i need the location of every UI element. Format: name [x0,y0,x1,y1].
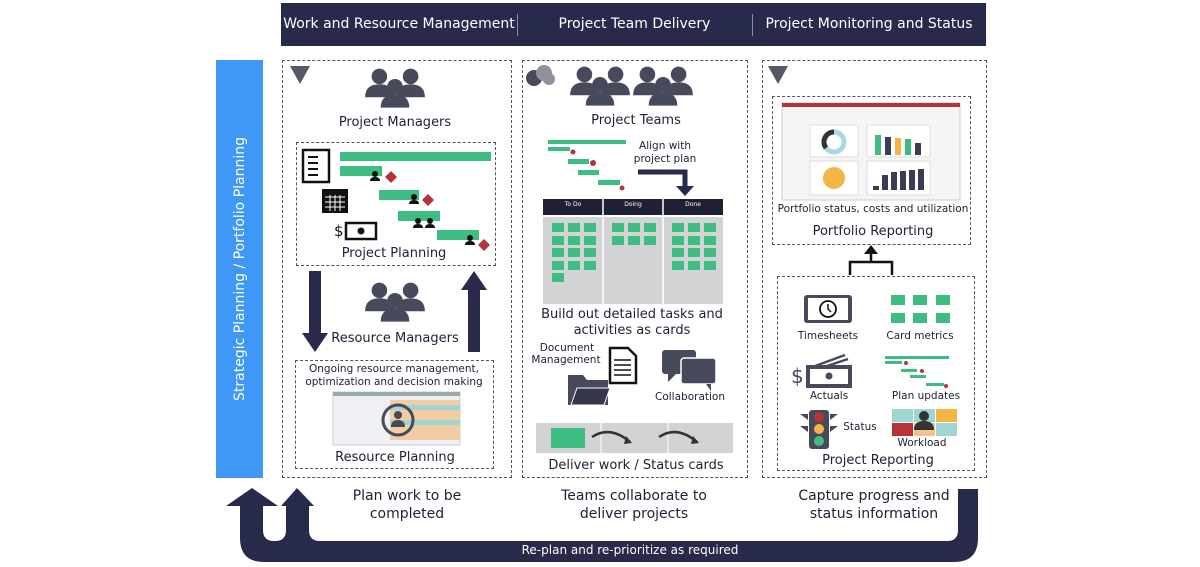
actuals-label: Actuals [809,390,849,402]
resource-desc-line1: Ongoing resource management, [308,363,480,375]
portfolio-reporting-label: Portfolio Reporting [812,224,934,239]
align-line1: Align with [639,140,691,152]
task-card [568,235,580,245]
deliver-label: Deliver work / Status cards [548,458,724,473]
document-label-line1: Document [539,342,595,354]
workload-label: Workload [897,437,947,449]
task-card [584,235,596,245]
col1-caption-line2: completed [369,506,445,522]
card-metrics-label: Card metrics [886,330,954,342]
resource-desc-line2: optimization and decision making [305,376,483,388]
task-card [584,260,596,270]
status-label: Status [843,421,877,433]
up-arrowhead-icon [281,488,314,506]
document-label-line2: Management [531,354,601,366]
collaboration-icon [662,350,717,391]
project-teams-label: Project Teams [591,113,681,128]
build-line2: activities as cards [573,323,691,338]
task-card [584,248,596,257]
task-card [672,223,684,232]
kanban-todo: To Do [564,201,582,208]
task-card [672,248,684,257]
task-card [568,223,580,232]
task-card [672,260,684,270]
build-line1: Build out detailed tasks and [541,307,723,322]
timesheets-label: Timesheets [797,330,859,342]
project-teams-icon [570,67,630,106]
replan-label: Re-plan and re-prioritize as required [521,543,739,557]
col2-caption-line2: deliver projects [579,506,689,522]
col2-caption-line1: Teams collaborate to [561,488,707,504]
kanban-doing: Doing [624,201,642,208]
plan-updates-label: Plan updates [891,390,961,402]
task-card [612,235,624,245]
task-card [672,235,684,245]
gantt-mini [548,140,626,191]
task-card [688,223,700,232]
resource-managers-icon [365,283,425,322]
col3-caption-line1: Capture progress and [798,488,950,504]
project-managers-label: Project Managers [338,115,452,130]
diagram: Work and Resource Management Project Tea… [0,0,1200,567]
task-card [552,223,564,232]
task-card [568,260,580,270]
task-card [704,235,716,245]
deliver-bar [536,423,733,453]
task-card [688,248,700,257]
task-card [704,223,716,232]
up-arrow-icon [461,271,487,352]
collapse-triangle-icon [290,66,310,84]
portfolio-desc: Portfolio status, costs and utilization [777,203,969,215]
task-card [552,235,564,245]
task-card [552,273,564,282]
collapse-triangle-icon [768,66,788,84]
project-teams-icon [633,67,693,106]
project-reporting-label: Project Reporting [822,453,934,468]
col1-caption-line1: Plan work to be [352,488,462,504]
kanban-done: Done [685,201,701,208]
up-arrowhead-icon [226,488,278,506]
portfolio-reporting-box [772,96,971,245]
task-card [628,223,640,232]
folder-icon [568,375,611,406]
task-card [628,235,640,245]
project-planning-label: Project Planning [341,246,447,261]
task-card [584,223,596,232]
merge-arrow-icon [848,245,894,275]
task-card [688,235,700,245]
task-card [568,248,580,257]
resource-managers-label: Resource Managers [331,331,459,346]
down-arrow-icon [302,271,328,352]
task-card [552,248,564,257]
diagram-graphics: $ $ [226,65,978,562]
task-card [688,260,700,270]
collaboration-label: Collaboration [655,391,725,403]
task-card [552,260,564,270]
task-card [644,223,656,232]
project-managers-icon [365,69,425,108]
task-card [704,260,716,270]
col3-caption-line2: status information [809,506,939,522]
task-card [612,223,624,232]
align-arrow-icon [638,169,694,196]
document-icon [608,346,638,385]
task-card [644,235,656,245]
align-line2: project plan [633,153,697,165]
task-card [704,248,716,257]
cloud-icon [526,65,555,86]
resource-planning-label: Resource Planning [335,450,455,465]
